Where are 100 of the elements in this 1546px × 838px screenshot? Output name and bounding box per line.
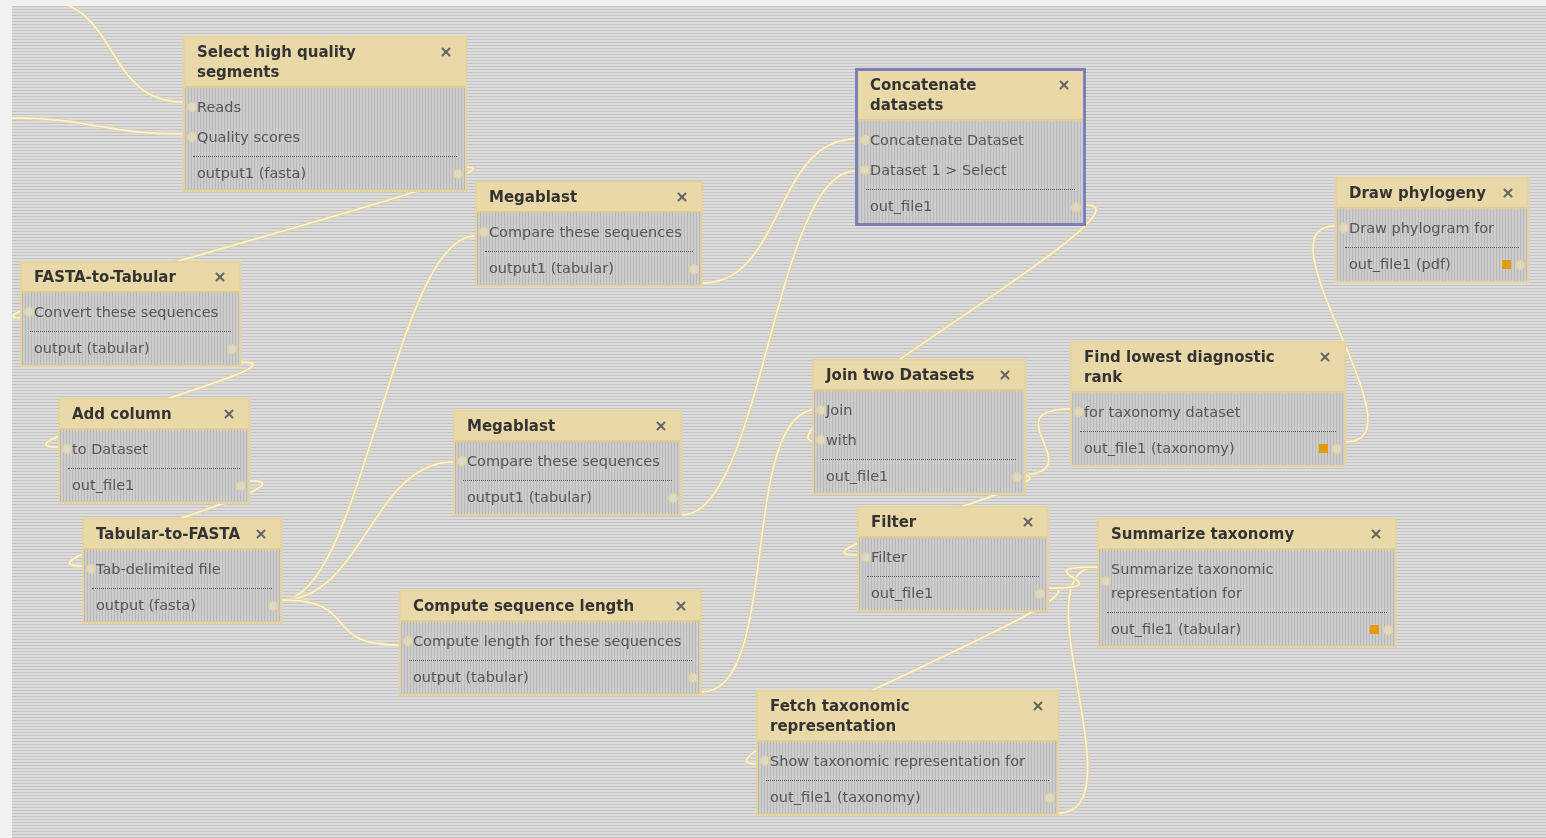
- output-label: out_file1: [871, 584, 934, 603]
- input-terminal[interactable]: [479, 227, 489, 237]
- output-label: out_file1: [72, 476, 135, 495]
- input-terminal[interactable]: [457, 456, 467, 466]
- input-terminal[interactable]: [1074, 407, 1084, 417]
- output-label: out_file1 (taxonomy): [1084, 439, 1235, 458]
- output-terminal[interactable]: [1515, 259, 1525, 270]
- node-title: Select high quality segments: [197, 42, 357, 82]
- output-label: out_file1 (pdf): [1349, 255, 1451, 274]
- input-label: Tab-delimited file: [96, 561, 221, 577]
- node-title: Compute sequence length: [413, 596, 635, 616]
- node-title: Find lowest diagnostic rank: [1084, 347, 1276, 387]
- node-title: Concatenate datasets: [870, 75, 978, 115]
- input-terminal[interactable]: [1101, 576, 1111, 586]
- output-label: output (fasta): [96, 596, 196, 615]
- input-label: Dataset 1 > Select: [870, 162, 1007, 178]
- close-icon[interactable]: [1057, 78, 1071, 92]
- workflow-output-marker[interactable]: [1319, 444, 1328, 453]
- close-icon[interactable]: [254, 527, 268, 541]
- output-label: out_file1 (tabular): [1111, 620, 1242, 639]
- input-terminal[interactable]: [860, 165, 870, 175]
- workflow-output-marker[interactable]: [1370, 625, 1379, 634]
- input-label: Convert these sequences: [34, 304, 219, 320]
- close-icon[interactable]: [998, 368, 1012, 382]
- output-terminal[interactable]: [689, 263, 699, 274]
- input-terminal[interactable]: [187, 102, 197, 112]
- node-title: Tabular-to-FASTA: [96, 524, 241, 544]
- input-terminal[interactable]: [403, 636, 413, 646]
- output-terminal[interactable]: [688, 672, 698, 683]
- output-terminal[interactable]: [1332, 443, 1342, 454]
- output-label: out_file1: [870, 197, 933, 216]
- input-label: Show taxonomic representation for: [770, 753, 1025, 769]
- input-label: Reads: [197, 99, 241, 115]
- output-label: output1 (fasta): [197, 164, 307, 183]
- close-icon[interactable]: [654, 419, 668, 433]
- close-icon[interactable]: [1318, 350, 1332, 364]
- output-label: output1 (tabular): [467, 488, 592, 507]
- output-terminal[interactable]: [1035, 588, 1045, 599]
- tool-node[interactable]: Join two Datasets Join with out_file1: [812, 359, 1026, 495]
- node-title: Filter: [871, 512, 917, 532]
- tool-node[interactable]: Find lowest diagnostic rank for taxonomy dataset out_file1 (taxonomy): [1070, 341, 1346, 467]
- close-icon[interactable]: [1369, 527, 1383, 541]
- close-icon[interactable]: [674, 599, 688, 613]
- input-terminal[interactable]: [86, 564, 96, 574]
- close-icon[interactable]: [675, 190, 689, 204]
- close-icon[interactable]: [1031, 699, 1045, 713]
- input-terminal[interactable]: [861, 552, 871, 562]
- input-terminal[interactable]: [62, 444, 72, 454]
- output-terminal[interactable]: [668, 492, 678, 503]
- tool-node[interactable]: Fetch taxonomic representation Show taxonomic representation for out_file1 (taxonomy): [756, 690, 1059, 816]
- tool-node[interactable]: Concatenate datasets Concatenate Dataset Dataset 1 > Select out_file1: [855, 68, 1086, 226]
- workflow-output-marker[interactable]: [1502, 260, 1511, 269]
- tool-node[interactable]: Megablast Compare these sequences output1 (tabular): [475, 181, 703, 287]
- output-terminal[interactable]: [227, 343, 237, 354]
- close-icon[interactable]: [222, 407, 236, 421]
- node-title: Draw phylogeny: [1349, 183, 1487, 203]
- output-label: output (tabular): [34, 339, 150, 358]
- output-terminal[interactable]: [1071, 201, 1081, 212]
- output-terminal[interactable]: [453, 168, 463, 179]
- input-label: Compute length for these sequences: [413, 633, 682, 649]
- tool-node[interactable]: Tabular-to-FASTA Tab-delimited file output (fasta): [82, 518, 282, 624]
- node-title: Add column: [72, 404, 172, 424]
- tool-node[interactable]: Megablast Compare these sequences output1 (tabular): [453, 410, 682, 516]
- output-label: output1 (tabular): [489, 259, 614, 278]
- input-terminal[interactable]: [760, 756, 770, 766]
- close-icon[interactable]: [439, 45, 453, 59]
- tool-node[interactable]: FASTA-to-Tabular Convert these sequences output (tabular): [20, 261, 241, 367]
- output-terminal[interactable]: [236, 480, 246, 491]
- input-label: Compare these sequences: [467, 453, 660, 469]
- tool-node[interactable]: Draw phylogeny Draw phylogram for out_file1 (pdf): [1335, 177, 1529, 283]
- output-label: output (tabular): [413, 668, 529, 687]
- node-title: Fetch taxonomic representation: [770, 696, 911, 736]
- input-label: with: [826, 432, 857, 448]
- input-label: Filter: [871, 549, 907, 565]
- close-icon[interactable]: [1501, 186, 1515, 200]
- output-terminal[interactable]: [268, 600, 278, 611]
- input-label: Draw phylogram for: [1349, 220, 1495, 236]
- node-title: Megablast: [489, 187, 578, 207]
- tool-node[interactable]: Filter Filter out_file1: [857, 506, 1049, 612]
- input-terminal[interactable]: [816, 405, 826, 415]
- tool-node[interactable]: Add column to Dataset out_file1: [58, 398, 250, 504]
- output-label: out_file1 (taxonomy): [770, 788, 921, 807]
- input-terminal[interactable]: [24, 307, 34, 317]
- input-label: Summarize taxonomic representation for: [1111, 561, 1274, 601]
- close-icon[interactable]: [1021, 515, 1035, 529]
- tool-node[interactable]: Select high quality segments Reads Quality scores output1 (fasta): [183, 36, 467, 192]
- tool-node[interactable]: Compute sequence length Compute length for these sequences output (tabular): [399, 590, 702, 696]
- output-terminal[interactable]: [1383, 624, 1393, 635]
- output-label: out_file1: [826, 467, 889, 486]
- node-title: FASTA-to-Tabular: [34, 267, 176, 287]
- tool-node[interactable]: Summarize taxonomy Summarize taxonomic representation for out_file1 (tabular): [1097, 518, 1397, 648]
- close-icon[interactable]: [213, 270, 227, 284]
- output-terminal[interactable]: [1045, 792, 1055, 803]
- input-terminal[interactable]: [1339, 223, 1349, 233]
- output-terminal[interactable]: [1012, 471, 1022, 482]
- input-terminal[interactable]: [187, 132, 197, 142]
- node-title: Summarize taxonomy: [1111, 524, 1295, 544]
- input-terminal[interactable]: [816, 435, 826, 445]
- input-terminal[interactable]: [860, 135, 870, 145]
- input-label: to Dataset: [72, 441, 148, 457]
